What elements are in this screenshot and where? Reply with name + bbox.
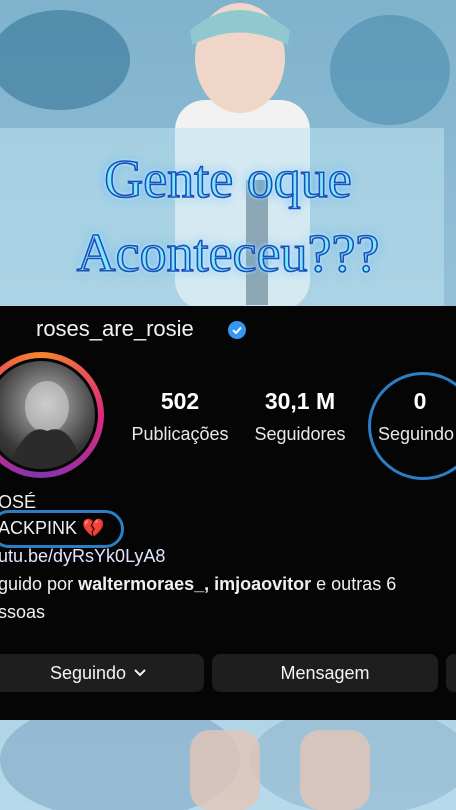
caption-line-2: Aconteceu??? (76, 222, 380, 284)
followed-by-line[interactable]: guido por waltermoraes_, imjoaovitor e o… (0, 574, 396, 595)
posts-label[interactable]: Publicações (124, 424, 236, 445)
caption-text: Gente oque Aconteceu??? (0, 142, 456, 290)
bio-link[interactable]: utu.be/dyRsYk0LyA8 (0, 546, 165, 567)
followed-by-users[interactable]: waltermoraes_, imjoaovitor (78, 574, 311, 594)
profile-username: roses_are_rosie (36, 316, 194, 341)
posts-count[interactable]: 502 (150, 388, 210, 415)
following-button[interactable]: Seguindo (0, 654, 204, 692)
annotation-circle-bio (0, 510, 124, 548)
annotation-circle-following (368, 372, 456, 480)
message-button-label: Mensagem (280, 662, 370, 683)
followers-count[interactable]: 30,1 M (250, 388, 350, 415)
suggested-users-button[interactable] (446, 654, 456, 692)
message-button[interactable]: Mensagem (212, 654, 438, 692)
followed-by-line-2: ssoas (0, 602, 46, 622)
caption-line-1: Gente oque (103, 148, 352, 210)
chevron-down-icon (134, 669, 146, 677)
instagram-profile-screenshot: roses_are_rosie 502 Publicações 30,1 M S… (0, 306, 456, 720)
followed-by-suffix: e outras 6 (311, 574, 397, 594)
followers-label[interactable]: Seguidores (246, 424, 354, 445)
followed-by-prefix: guido por (0, 574, 79, 594)
verified-badge-icon (228, 321, 246, 339)
following-button-label: Seguindo (49, 662, 127, 683)
